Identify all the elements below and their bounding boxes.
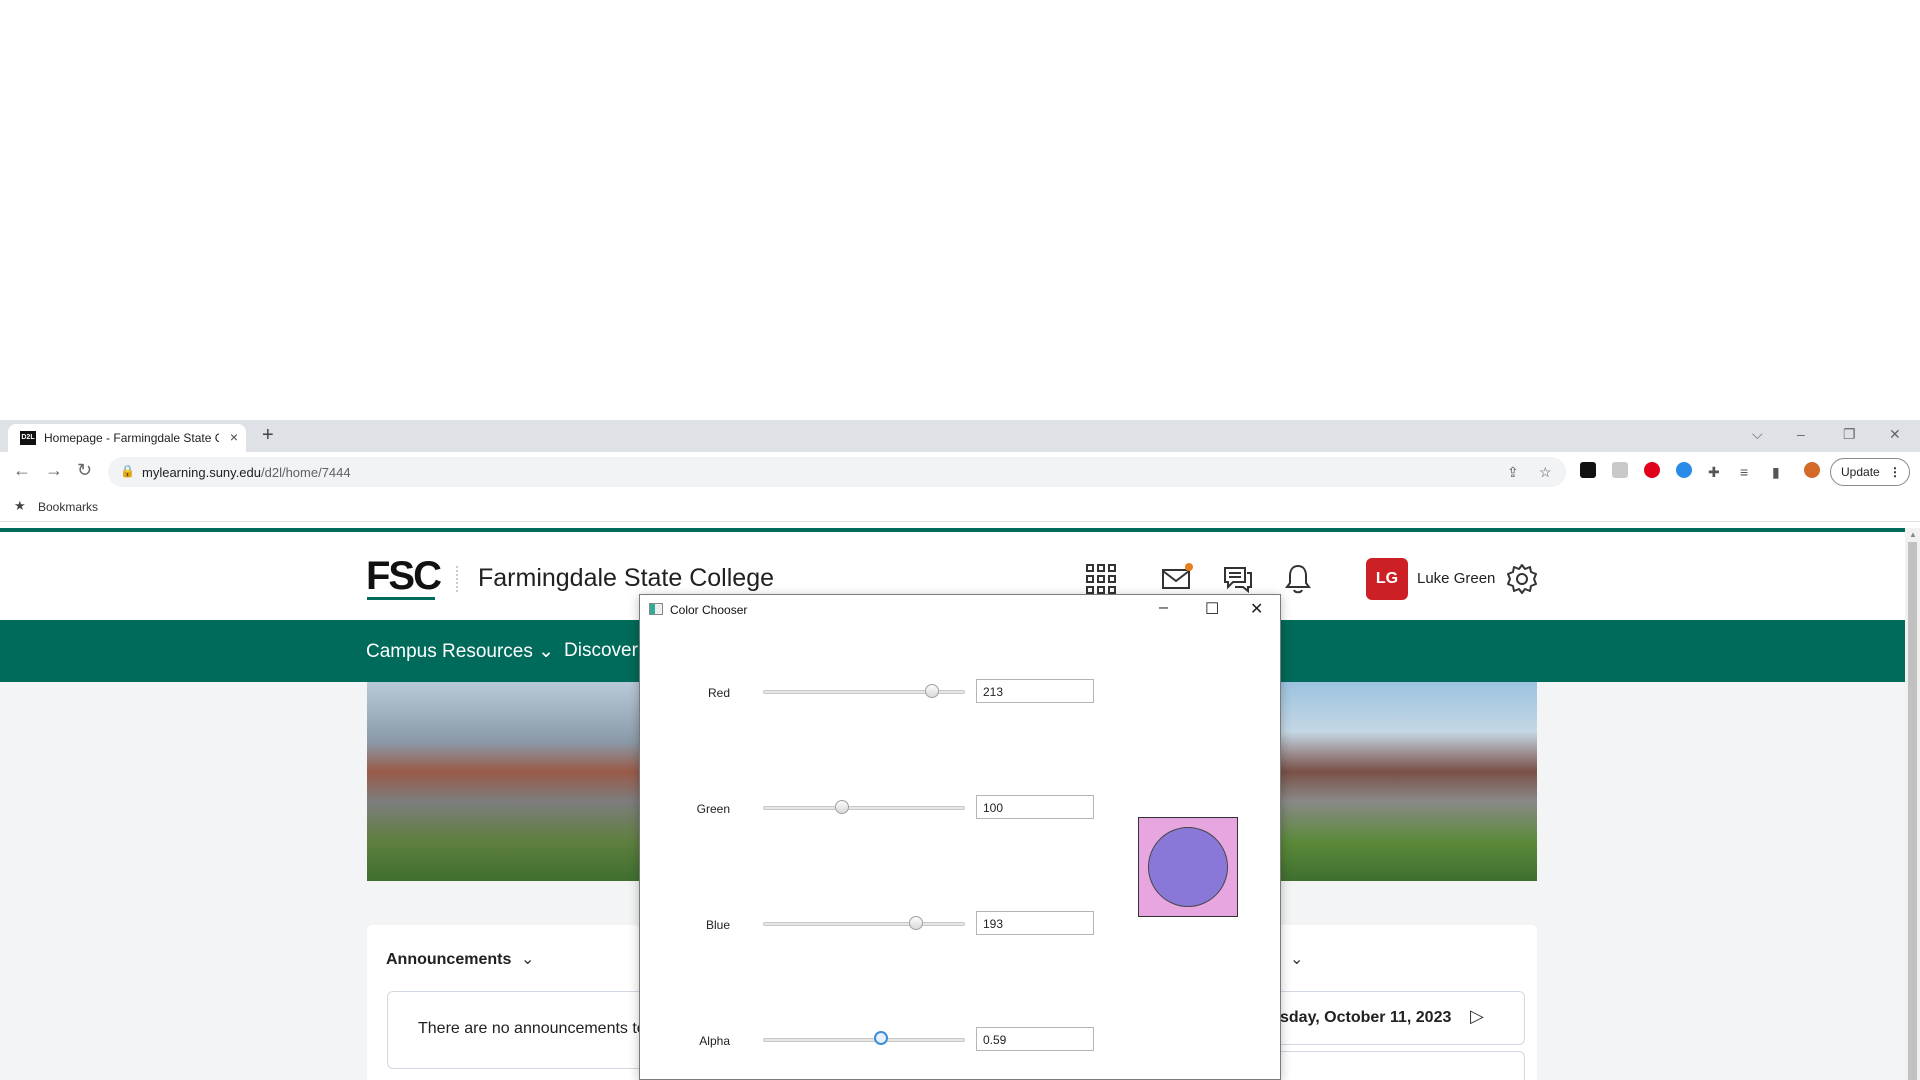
announcements-empty-text: There are no announcements to (418, 1020, 646, 1037)
messages-icon[interactable] (1221, 562, 1255, 596)
reading-list-icon[interactable]: ≡ (1740, 464, 1748, 480)
profile-avatar-icon[interactable] (1804, 462, 1820, 478)
new-tab-button[interactable]: + (262, 424, 274, 447)
app-window-icon (649, 603, 663, 615)
browser-toolbar: ← → ↻ 🔒 mylearning.suny.edu/d2l/home/744… (0, 452, 1920, 492)
browser-tab[interactable]: D2L Homepage - Farmingdale State C × (8, 424, 246, 452)
minimize-icon[interactable]: – (1797, 426, 1805, 442)
alpha-slider-track[interactable] (763, 1038, 965, 1042)
logo-underline (367, 597, 435, 600)
update-button[interactable]: Update ⋮ (1830, 458, 1910, 486)
update-label: Update (1841, 465, 1880, 479)
college-name[interactable]: Farmingdale State College (478, 564, 774, 593)
app-grid-icon[interactable] (1084, 562, 1118, 596)
alpha-slider-thumb[interactable] (874, 1031, 889, 1045)
wn-extension-icon[interactable] (1580, 462, 1596, 478)
extension-icon[interactable] (1612, 462, 1628, 478)
blue-slider-thumb[interactable] (908, 916, 923, 930)
green-label: Green (696, 802, 730, 816)
nav-campus-resources-label: Campus Resources (366, 641, 533, 662)
blue-value-field[interactable]: 193 (976, 911, 1094, 935)
more-menu-icon[interactable]: ⋮ (1889, 459, 1901, 485)
campus-banner-image-left (367, 682, 640, 881)
notifications-bell-icon[interactable] (1281, 562, 1315, 596)
tab-title: Homepage - Farmingdale State C (44, 431, 219, 445)
dialog-titlebar[interactable]: Color Chooser – ☐ ✕ (640, 595, 1280, 625)
calendar-event-box (1270, 1051, 1525, 1080)
announcements-chevron-down-icon[interactable]: ⌄ (521, 949, 534, 969)
calendar-date-box: sday, October 11, 2023 ▷ (1270, 991, 1525, 1045)
alpha-label: Alpha (699, 1034, 730, 1048)
url-path: /d2l/home/7444 (261, 465, 351, 480)
side-panel-icon[interactable]: ▮ (1772, 464, 1780, 481)
tab-close-icon[interactable]: × (230, 429, 238, 445)
red-slider-thumb[interactable] (924, 684, 939, 698)
url-text: mylearning.suny.edu/d2l/home/7444 (142, 465, 351, 480)
chevron-down-icon: ⌄ (538, 641, 555, 662)
mail-icon[interactable] (1160, 562, 1194, 596)
d2l-favicon-icon: D2L (20, 431, 36, 445)
announcements-widget: Announcements ⌄ There are no announcemen… (367, 925, 647, 1080)
color-preview-circle (1148, 827, 1228, 907)
bookmarks-folder[interactable]: Bookmarks (38, 500, 98, 514)
share-icon[interactable]: ⇪ (1507, 464, 1519, 481)
tab-search-icon[interactable]: ⌵ (1752, 426, 1763, 443)
bookmark-star-icon[interactable]: ☆ (1539, 464, 1552, 481)
settings-gear-icon[interactable] (1505, 562, 1539, 596)
announcements-empty-box: There are no announcements to (387, 991, 647, 1069)
calendar-date: sday, October 11, 2023 (1280, 1009, 1452, 1026)
campus-banner-image-right (1280, 682, 1537, 881)
alpha-value-field[interactable]: 0.59 (976, 1027, 1094, 1051)
next-day-icon[interactable]: ▷ (1470, 1006, 1484, 1027)
close-window-icon[interactable]: ✕ (1889, 426, 1901, 443)
scroll-up-icon[interactable]: ▲ (1909, 530, 1917, 539)
dialog-close-icon[interactable]: ✕ (1250, 599, 1263, 619)
color-chooser-dialog: Color Chooser – ☐ ✕ Red 213 Green 100 Bl… (639, 594, 1281, 1080)
page-scrollbar[interactable]: ▲ (1905, 528, 1920, 1080)
back-icon[interactable]: ← (13, 460, 31, 481)
scrollbar-thumb[interactable] (1908, 542, 1917, 1080)
calendar-chevron-down-icon[interactable]: ⌄ (1290, 949, 1303, 969)
fsc-logo[interactable]: FSC (366, 554, 442, 599)
dialog-title: Color Chooser (670, 603, 748, 617)
forward-icon[interactable]: → (45, 460, 63, 481)
dialog-minimize-icon[interactable]: – (1159, 599, 1168, 617)
user-avatar[interactable]: LG (1366, 558, 1408, 600)
blue-slider-track[interactable] (763, 922, 965, 926)
adblock-extension-icon[interactable] (1644, 462, 1660, 478)
bookmarks-bar: ★ Bookmarks (0, 492, 1920, 522)
calendar-widget: ⌄ sday, October 11, 2023 ▷ (1270, 925, 1537, 1080)
user-name[interactable]: Luke Green (1417, 570, 1495, 587)
green-value-field[interactable]: 100 (976, 795, 1094, 819)
blue-label: Blue (705, 918, 730, 932)
red-label: Red (707, 686, 730, 700)
dialog-maximize-icon[interactable]: ☐ (1205, 599, 1219, 619)
address-bar[interactable]: 🔒 mylearning.suny.edu/d2l/home/7444 ⇪ ☆ (108, 457, 1566, 487)
color-preview-swatch (1138, 817, 1238, 917)
restore-icon[interactable]: ❐ (1843, 426, 1856, 443)
reload-icon[interactable]: ↻ (77, 460, 92, 481)
header-separator (456, 566, 458, 592)
lock-icon: 🔒 (120, 464, 135, 478)
nav-discover[interactable]: Discover (564, 640, 638, 662)
green-slider-track[interactable] (763, 806, 965, 810)
url-host: mylearning.suny.edu (142, 465, 261, 480)
extensions-puzzle-icon[interactable]: ✚ (1708, 464, 1720, 481)
announcements-title: Announcements (386, 951, 512, 968)
bookmarks-star-icon: ★ (14, 498, 26, 513)
sync-extension-icon[interactable] (1676, 462, 1692, 478)
tab-strip: D2L Homepage - Farmingdale State C × + ⌵… (0, 420, 1920, 452)
green-slider-thumb[interactable] (835, 800, 850, 814)
nav-campus-resources[interactable]: Campus Resources ⌄ (366, 640, 554, 663)
red-value-field[interactable]: 213 (976, 679, 1094, 703)
